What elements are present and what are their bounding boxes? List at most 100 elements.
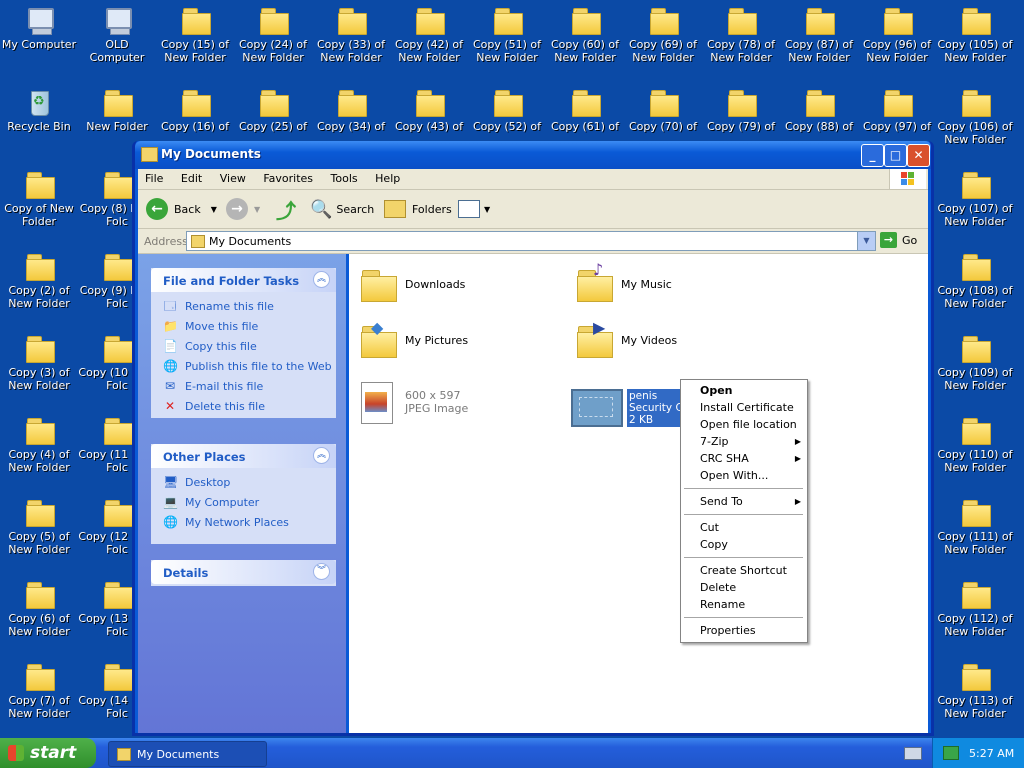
desktop-icon-item[interactable]: Copy (3) of New Folder [0,328,78,392]
menu-item-copy[interactable]: Copy [700,538,728,551]
menu-tools[interactable]: Tools [324,169,365,185]
menu-item-delete[interactable]: Delete [700,581,736,594]
desktop-icon-item[interactable]: Copy (2) of New Folder [0,246,78,310]
folder-item-downloads[interactable]: Downloads [357,264,465,304]
chevron-down-icon[interactable]: ▼ [857,232,875,250]
menu-item-cut[interactable]: Cut [700,521,719,534]
menu-item-create-shortcut[interactable]: Create Shortcut [700,564,787,577]
menu-item-open[interactable]: Open [700,384,733,397]
menu-file[interactable]: File [138,169,170,185]
chevron-down-icon[interactable]: ▼ [211,205,217,214]
folders-button[interactable]: Folders [384,197,452,221]
place-network[interactable]: 🌐 My Network Places [151,512,336,532]
desktop-icon-item[interactable]: Copy (7) of New Folder [0,656,78,720]
desktop-icon-item[interactable]: New Folder [78,82,156,133]
desktop-icon-item[interactable]: Copy (52) of [468,82,546,133]
chevron-up-icon[interactable]: ︽ [313,447,330,464]
minimize-button[interactable]: _ [861,144,884,167]
start-button[interactable]: start [0,738,96,768]
title-bar[interactable]: My Documents _ □ ✕ [135,141,931,169]
menu-item-send-to[interactable]: Send To [700,495,743,508]
desktop-icon-item[interactable]: Copy (105) of New Folder [936,0,1014,64]
menu-edit[interactable]: Edit [174,169,209,185]
menu-favorites[interactable]: Favorites [256,169,320,185]
desktop-icon-item[interactable]: Copy (113) of New Folder [936,656,1014,720]
panel-header[interactable]: Details ︾ [151,560,336,584]
desktop-icon-item[interactable]: Copy (34) of [312,82,390,133]
task-rename[interactable]: 🗔 Rename this file [151,296,336,316]
chevron-up-icon[interactable]: ︽ [313,271,330,288]
forward-button[interactable]: → ▼ [226,197,260,221]
menu-help[interactable]: Help [368,169,407,185]
desktop-icon-item[interactable]: Copy (43) of [390,82,468,133]
desktop-icon-item[interactable]: OLD Computer [78,0,156,64]
desktop-icon-item[interactable]: Copy (96) of New Folder [858,0,936,64]
desktop-icon-item[interactable]: Copy (70) of [624,82,702,133]
maximize-button[interactable]: □ [884,144,907,167]
panel-header[interactable]: File and Folder Tasks ︽ [151,268,336,292]
desktop-icon-item[interactable]: Copy (61) of [546,82,624,133]
desktop-icon-item[interactable]: My Computer [0,0,78,51]
desktop-icon-item[interactable]: Copy (15) of New Folder [156,0,234,64]
desktop-icon-item[interactable]: Copy (78) of New Folder [702,0,780,64]
desktop-icon-item[interactable]: Copy (24) of New Folder [234,0,312,64]
desktop-icon-item[interactable]: Copy (110) of New Folder [936,410,1014,474]
desktop-icon-item[interactable]: Recycle Bin [0,82,78,133]
menu-item-crc-sha[interactable]: CRC SHA [700,452,749,465]
desktop-icon-item[interactable]: Copy (6) of New Folder [0,574,78,638]
close-button[interactable]: ✕ [907,144,930,167]
task-delete[interactable]: ✕ Delete this file [151,396,336,416]
folder-item-my-videos[interactable]: ▶ My Videos [573,318,677,360]
desktop-icon-item[interactable]: Copy (16) of [156,82,234,133]
desktop-icon-item[interactable]: Copy (88) of [780,82,858,133]
search-button[interactable]: 🔍 Search [310,197,374,221]
network-status-icon[interactable] [943,746,959,760]
desktop-icon-item[interactable]: Copy (87) of New Folder [780,0,858,64]
desktop-icon-item[interactable]: Copy (106) of New Folder [936,82,1014,146]
desktop-icon-item[interactable]: Copy of New Folder [0,164,78,228]
desktop-icon-item[interactable]: Copy (109) of New Folder [936,328,1014,392]
folder-icon [958,416,992,446]
back-button[interactable]: ← Back ▼ [146,197,217,221]
task-publish[interactable]: 🌐 Publish this file to the Web [151,356,336,376]
desktop-icon-item[interactable]: Copy (107) of New Folder [936,164,1014,228]
menu-item-open-file-location[interactable]: Open file location [700,418,797,431]
clock[interactable]: 5:27 AM [969,747,1014,760]
views-button[interactable]: ▼ [458,197,490,221]
desktop-icon-item[interactable]: Copy (33) of New Folder [312,0,390,64]
desktop-icon-item[interactable]: Copy (111) of New Folder [936,492,1014,556]
menu-item-7zip[interactable]: 7-Zip [700,435,729,448]
desktop-icon-item[interactable]: Copy (97) of [858,82,936,133]
task-move[interactable]: 📁 Move this file [151,316,336,336]
address-input[interactable]: My Documents ▼ [186,231,876,251]
desktop-icon-item[interactable]: Copy (69) of New Folder [624,0,702,64]
task-copy[interactable]: 📄 Copy this file [151,336,336,356]
menu-item-install-certificate[interactable]: Install Certificate [700,401,794,414]
desktop-icon-item[interactable]: Copy (108) of New Folder [936,246,1014,310]
up-button[interactable]: ⤴ [276,197,296,223]
desktop-icon-item[interactable]: Copy (4) of New Folder [0,410,78,474]
go-button[interactable]: → Go [880,232,917,248]
folder-item-my-music[interactable]: ♪ My Music [573,260,672,304]
file-item-jpeg[interactable]: 600 x 597 JPEG Image [357,380,468,424]
menu-item-rename[interactable]: Rename [700,598,745,611]
place-my-computer[interactable]: 💻 My Computer [151,492,336,512]
desktop-icon-item[interactable]: Copy (79) of [702,82,780,133]
taskbar-item-my-documents[interactable]: My Documents [108,741,267,767]
folder-item-my-pictures[interactable]: ◆ My Pictures [357,318,468,360]
keyboard-icon[interactable] [904,747,922,760]
desktop-icon-item[interactable]: Copy (5) of New Folder [0,492,78,556]
menu-item-properties[interactable]: Properties [700,624,756,637]
menu-item-open-with[interactable]: Open With... [700,469,768,482]
panel-header[interactable]: Other Places ︽ [151,444,336,468]
desktop-icon-item[interactable]: Copy (25) of [234,82,312,133]
desktop-icon-item[interactable]: Copy (112) of New Folder [936,574,1014,638]
desktop-icon-item[interactable]: Copy (42) of New Folder [390,0,468,64]
menu-view[interactable]: View [213,169,253,185]
chevron-down-icon[interactable]: ︾ [313,563,330,580]
desktop-icon-item[interactable]: Copy (51) of New Folder [468,0,546,64]
task-email[interactable]: ✉ E-mail this file [151,376,336,396]
copy-icon: 📄 [163,339,178,353]
desktop-icon-item[interactable]: Copy (60) of New Folder [546,0,624,64]
place-desktop[interactable]: 🖥 Desktop [151,472,336,492]
